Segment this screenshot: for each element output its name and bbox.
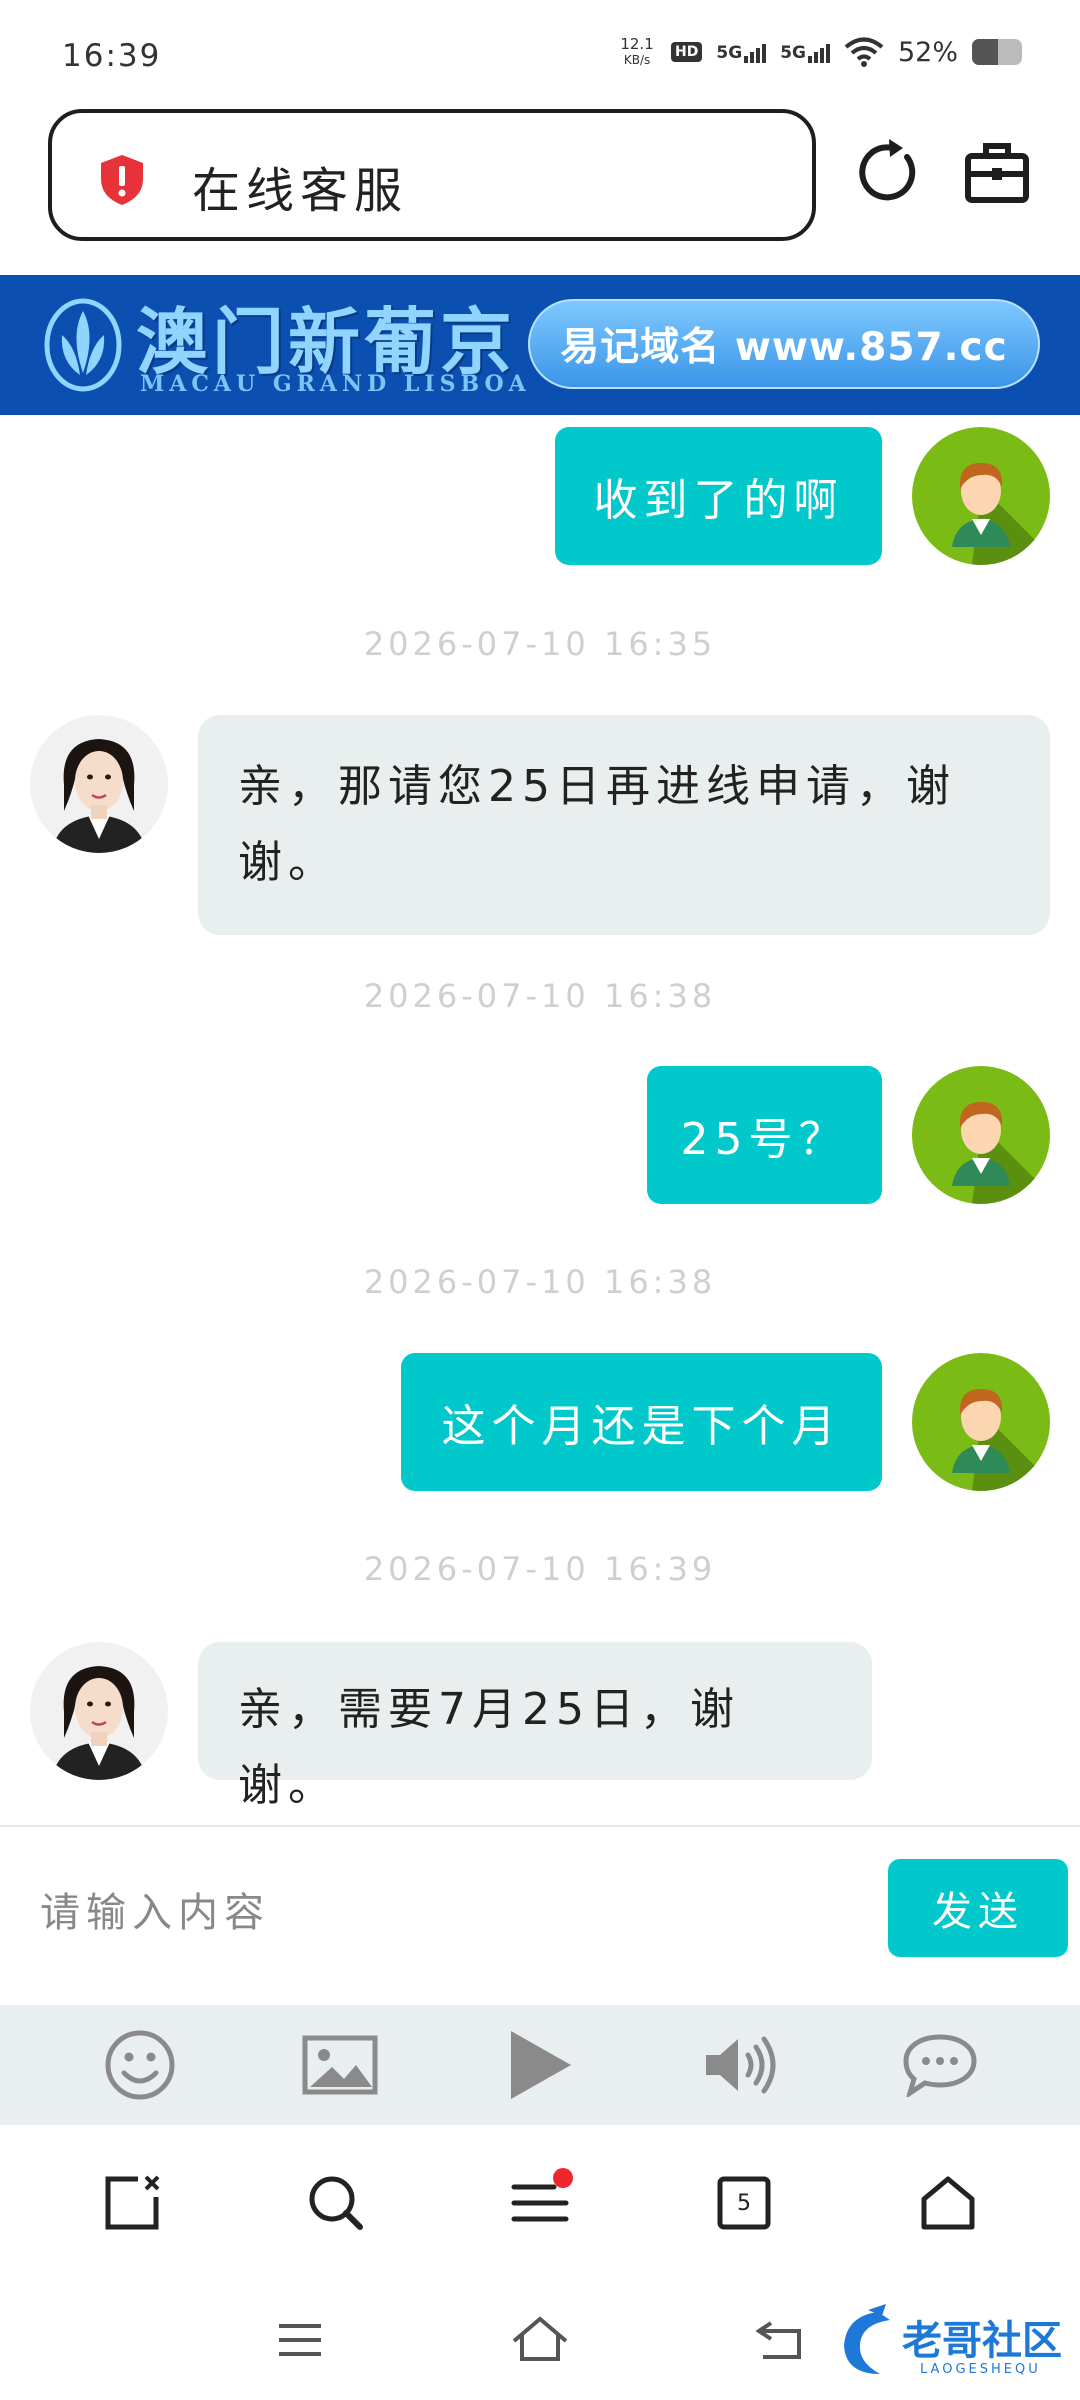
user-message-bubble: 这个月还是下个月 bbox=[401, 1353, 882, 1491]
chat-tool-bar bbox=[0, 2005, 1080, 2125]
message-timestamp: 2026-07-10 16:38 bbox=[363, 977, 717, 1015]
wifi-icon bbox=[844, 37, 884, 67]
close-page-button[interactable] bbox=[97, 2168, 167, 2238]
battery-icon bbox=[972, 39, 1022, 65]
voice-button[interactable] bbox=[700, 2025, 780, 2105]
message-composer: 发送 bbox=[0, 1825, 1080, 2005]
user-avatar bbox=[912, 1353, 1050, 1491]
user-avatar-icon bbox=[952, 1389, 1050, 1491]
network-speed-value: 12.1 bbox=[620, 35, 654, 53]
recent-apps-button[interactable] bbox=[260, 2300, 340, 2380]
volume-icon bbox=[706, 2036, 776, 2094]
home-button[interactable] bbox=[913, 2168, 983, 2238]
chat-messages[interactable]: 收到了的啊 2026-07-10 16:35 亲，那请您25日再进线申请，谢谢。… bbox=[0, 415, 1080, 1825]
browser-bottom-nav: 5 bbox=[0, 2128, 1080, 2278]
agent-avatar bbox=[30, 1642, 168, 1780]
agent-avatar bbox=[30, 715, 168, 853]
back-icon bbox=[755, 2321, 801, 2359]
home-icon bbox=[921, 2176, 975, 2230]
banner-brand-sub: MACAU GRAND LISBOA bbox=[140, 371, 531, 397]
agent-avatar-icon bbox=[52, 1666, 146, 1780]
menu-button[interactable] bbox=[505, 2168, 575, 2238]
system-navigation-bar: 老哥社区 LAOGESHEQU bbox=[0, 2278, 1080, 2400]
signal-sim2-icon: 5G bbox=[780, 41, 830, 63]
network-speed: 12.1 KB/s bbox=[617, 36, 657, 68]
watermark-sub: LAOGESHEQU bbox=[920, 2362, 1041, 2377]
message-timestamp: 2026-07-10 16:35 bbox=[363, 625, 717, 663]
user-avatar-icon bbox=[952, 463, 1050, 565]
system-home-button[interactable] bbox=[500, 2300, 580, 2380]
menu-lines-icon bbox=[279, 2324, 321, 2356]
video-button[interactable] bbox=[500, 2025, 580, 2105]
battery-percent: 52% bbox=[897, 36, 958, 68]
tab-count: 5 bbox=[737, 2190, 751, 2216]
browser-toolbar: 在线客服 bbox=[0, 105, 1080, 273]
user-avatar bbox=[912, 1066, 1050, 1204]
status-icons: 12.1 KB/s HD 5G 5G 52% bbox=[617, 36, 1022, 68]
tabs-button[interactable]: 5 bbox=[709, 2168, 779, 2238]
message-timestamp: 2026-07-10 16:38 bbox=[363, 1263, 717, 1301]
search-icon bbox=[309, 2176, 363, 2230]
sim2-label: 5G bbox=[780, 43, 806, 63]
back-button[interactable] bbox=[740, 2300, 820, 2380]
message-timestamp: 2026-07-10 16:39 bbox=[363, 1550, 717, 1588]
emoji-icon bbox=[105, 2030, 175, 2100]
agent-message-bubble: 亲，需要7月25日，谢谢。 bbox=[198, 1642, 872, 1811]
lotus-logo-icon bbox=[44, 298, 122, 392]
watermark-text: 老哥社区 bbox=[902, 2318, 1062, 2364]
status-time: 16:39 bbox=[62, 38, 162, 74]
page-title: 在线客服 bbox=[192, 163, 409, 219]
user-avatar-icon bbox=[952, 1102, 1050, 1204]
hd-badge: HD bbox=[671, 42, 703, 62]
network-speed-unit: KB/s bbox=[623, 53, 651, 67]
system-home-icon bbox=[512, 2316, 568, 2361]
banner-domain-pill: 易记域名 www.857.cc bbox=[528, 299, 1040, 389]
emoji-button[interactable] bbox=[100, 2025, 180, 2105]
comment-button[interactable] bbox=[900, 2025, 980, 2105]
user-message-bubble: 25号？ bbox=[647, 1066, 882, 1204]
status-bar: 16:39 12.1 KB/s HD 5G 5G 52% bbox=[0, 0, 1080, 105]
chat-bubble-icon bbox=[903, 2034, 977, 2097]
notification-dot bbox=[553, 2168, 573, 2188]
sim1-label: 5G bbox=[716, 43, 743, 63]
watermark: 老哥社区 LAOGESHEQU bbox=[838, 2298, 1068, 2388]
signal-sim1-icon: 5G bbox=[716, 41, 767, 63]
agent-avatar-icon bbox=[52, 739, 146, 853]
close-page-icon bbox=[105, 2175, 160, 2230]
user-message-bubble: 收到了的啊 bbox=[555, 427, 882, 565]
send-button[interactable]: 发送 bbox=[888, 1859, 1068, 1957]
refresh-icon[interactable] bbox=[855, 135, 925, 211]
security-shield-icon bbox=[101, 155, 143, 205]
play-icon bbox=[511, 2031, 571, 2099]
battery-fill bbox=[972, 39, 998, 65]
user-avatar bbox=[912, 427, 1050, 565]
agent-message-bubble: 亲，那请您25日再进线申请，谢谢。 bbox=[198, 715, 1050, 935]
search-button[interactable] bbox=[301, 2168, 371, 2238]
toolbox-icon[interactable] bbox=[962, 140, 1032, 206]
image-button[interactable] bbox=[300, 2025, 380, 2105]
promo-banner[interactable]: 澳门新葡京 MACAU GRAND LISBOA 易记域名 www.857.cc bbox=[0, 275, 1080, 415]
address-bar[interactable]: 在线客服 bbox=[48, 109, 816, 241]
message-input[interactable] bbox=[40, 1867, 860, 1959]
image-icon bbox=[302, 2035, 378, 2095]
